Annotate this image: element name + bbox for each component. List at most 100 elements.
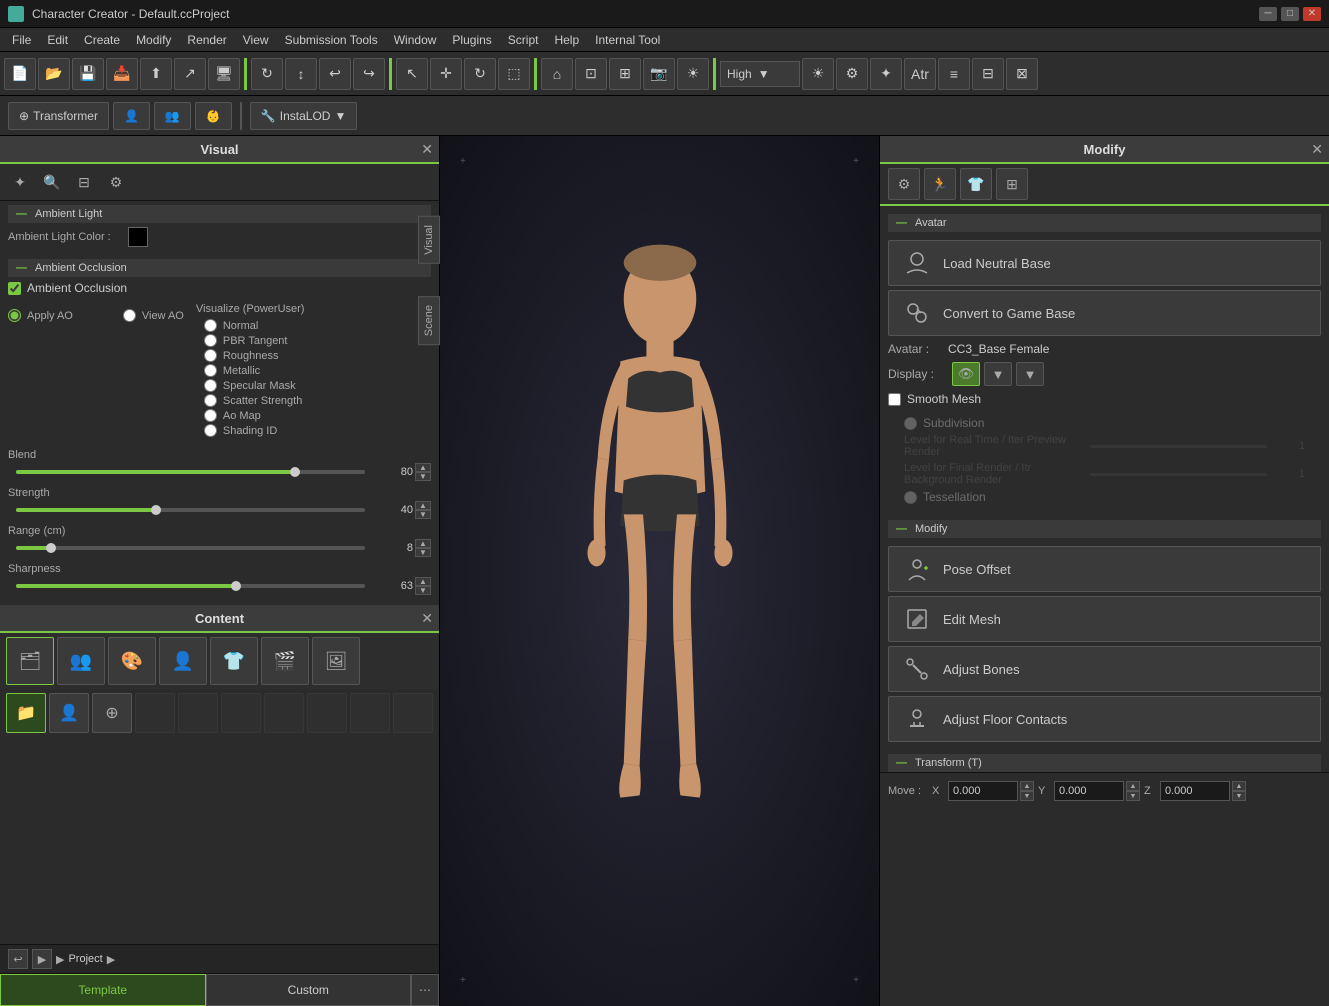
figure-btn-2[interactable]: 👥	[154, 102, 191, 130]
x-up[interactable]: ▲	[1020, 781, 1034, 791]
breadcrumb-forward[interactable]: ▶	[32, 949, 52, 969]
vis-shading-radio[interactable]	[204, 424, 217, 437]
adjust-bones-button[interactable]: Adjust Bones	[888, 646, 1321, 692]
blend-thumb[interactable]	[290, 467, 300, 477]
pose-offset-button[interactable]: Pose Offset	[888, 546, 1321, 592]
y-down[interactable]: ▼	[1126, 791, 1140, 801]
x-input[interactable]	[948, 781, 1018, 801]
scene-tab[interactable]: Scene	[418, 296, 440, 345]
menu-window[interactable]: Window	[386, 31, 445, 49]
open-button[interactable]: 📂	[38, 58, 70, 90]
move-button[interactable]: ↕	[285, 58, 317, 90]
menu-create[interactable]: Create	[76, 31, 128, 49]
extra-icon[interactable]: ⊠	[1006, 58, 1038, 90]
modify-settings-icon[interactable]: ⚙	[888, 168, 920, 200]
modify-extra-icon[interactable]: ⊞	[996, 168, 1028, 200]
blend-up[interactable]: ▲	[415, 463, 431, 472]
close-button[interactable]: ✕	[1303, 7, 1321, 21]
content-motion-btn[interactable]: 🎬	[261, 637, 309, 685]
display-eye-button[interactable]: 👁	[952, 362, 980, 386]
vis-normal-radio[interactable]	[204, 319, 217, 332]
vis-roughness-radio[interactable]	[204, 349, 217, 362]
rotate-button[interactable]: ↻	[251, 58, 283, 90]
fit2-button[interactable]: ⊞	[609, 58, 641, 90]
display-down-button[interactable]: ▼	[984, 362, 1012, 386]
content-cloth-btn[interactable]: 👕	[210, 637, 258, 685]
content-folder-btn[interactable]: 🗂	[6, 637, 54, 685]
tab-more[interactable]: ⋯	[411, 974, 439, 1006]
range-down[interactable]: ▼	[415, 548, 431, 557]
display-extra-button[interactable]: ▼	[1016, 362, 1044, 386]
home-button[interactable]: ⌂	[541, 58, 573, 90]
pan-button[interactable]: ✛	[430, 58, 462, 90]
strength-slider[interactable]	[16, 508, 365, 512]
atr-icon[interactable]: Atr	[904, 58, 936, 90]
content-brush-btn[interactable]: 🎨	[108, 637, 156, 685]
layers-icon[interactable]: ≡	[938, 58, 970, 90]
breadcrumb-back[interactable]: ↩	[8, 949, 28, 969]
viewport[interactable]: + + + +	[440, 136, 879, 1006]
z-up[interactable]: ▲	[1232, 781, 1246, 791]
sharpness-thumb[interactable]	[231, 581, 241, 591]
menu-modify[interactable]: Modify	[128, 31, 179, 49]
export2-button[interactable]: ↗	[174, 58, 206, 90]
edit-mesh-button[interactable]: Edit Mesh	[888, 596, 1321, 642]
select-button[interactable]: ↖	[396, 58, 428, 90]
light-button[interactable]: ☀	[677, 58, 709, 90]
modify-figure-icon[interactable]: 🏃	[924, 168, 956, 200]
load-neutral-base-button[interactable]: Load Neutral Base	[888, 240, 1321, 286]
quality-dropdown[interactable]: High ▼	[720, 61, 800, 87]
blend-slider[interactable]	[16, 470, 365, 474]
visual-tab[interactable]: Visual	[418, 216, 440, 264]
instalod-button[interactable]: 🔧 InstaLOD ▼	[250, 102, 358, 130]
tab-custom[interactable]: Custom	[206, 974, 412, 1006]
tab-template[interactable]: Template	[0, 974, 206, 1006]
smooth-mesh-checkbox[interactable]	[888, 393, 901, 406]
strength-down[interactable]: ▼	[415, 510, 431, 519]
panels-icon[interactable]: ⊟	[972, 58, 1004, 90]
redo-button[interactable]: ↪	[353, 58, 385, 90]
x-down[interactable]: ▼	[1020, 791, 1034, 801]
screen-button[interactable]: 🖥	[208, 58, 240, 90]
camera-button[interactable]: 📷	[643, 58, 675, 90]
menu-help[interactable]: Help	[546, 31, 587, 49]
content-sm-people-btn[interactable]: 👤	[49, 693, 89, 733]
sun-icon[interactable]: ☀	[802, 58, 834, 90]
settings-icon[interactable]: ⚙	[836, 58, 868, 90]
range-up[interactable]: ▲	[415, 539, 431, 548]
z-input[interactable]	[1160, 781, 1230, 801]
maximize-button[interactable]: □	[1281, 7, 1299, 21]
ao-checkbox[interactable]	[8, 282, 21, 295]
export-button[interactable]: ⬆	[140, 58, 172, 90]
figure-btn-3[interactable]: 👶	[195, 102, 232, 130]
undo-button[interactable]: ↩	[319, 58, 351, 90]
sharpness-up[interactable]: ▲	[415, 577, 431, 586]
blend-down[interactable]: ▼	[415, 472, 431, 481]
fit-button[interactable]: ⊡	[575, 58, 607, 90]
range-thumb[interactable]	[46, 543, 56, 553]
menu-render[interactable]: Render	[179, 31, 234, 49]
new-button[interactable]: 📄	[4, 58, 36, 90]
transformer-button[interactable]: ⊕ Transformer	[8, 102, 109, 130]
content-image-btn[interactable]: 🖼	[312, 637, 360, 685]
modify-cloth-icon[interactable]: 👕	[960, 168, 992, 200]
adjust-floor-contacts-button[interactable]: Adjust Floor Contacts	[888, 696, 1321, 742]
save-button[interactable]: 💾	[72, 58, 104, 90]
settings-visual-icon[interactable]: ⚙	[102, 168, 130, 196]
zoom-button[interactable]: ⬚	[498, 58, 530, 90]
apply-ao-radio[interactable]	[8, 309, 21, 322]
strength-up[interactable]: ▲	[415, 501, 431, 510]
vis-scatter-radio[interactable]	[204, 394, 217, 407]
convert-game-base-button[interactable]: Convert to Game Base	[888, 290, 1321, 336]
ambient-color-swatch[interactable]	[128, 227, 148, 247]
vis-ao-radio[interactable]	[204, 409, 217, 422]
import-button[interactable]: 📥	[106, 58, 138, 90]
search-visual-icon[interactable]: 🔍	[38, 168, 66, 196]
menu-edit[interactable]: Edit	[39, 31, 76, 49]
menu-file[interactable]: File	[4, 31, 39, 49]
y-input[interactable]	[1054, 781, 1124, 801]
vis-pbr-radio[interactable]	[204, 334, 217, 347]
y-up[interactable]: ▲	[1126, 781, 1140, 791]
visual-panel-close[interactable]: ✕	[421, 141, 433, 158]
content-sm-folder-btn[interactable]: 📁	[6, 693, 46, 733]
